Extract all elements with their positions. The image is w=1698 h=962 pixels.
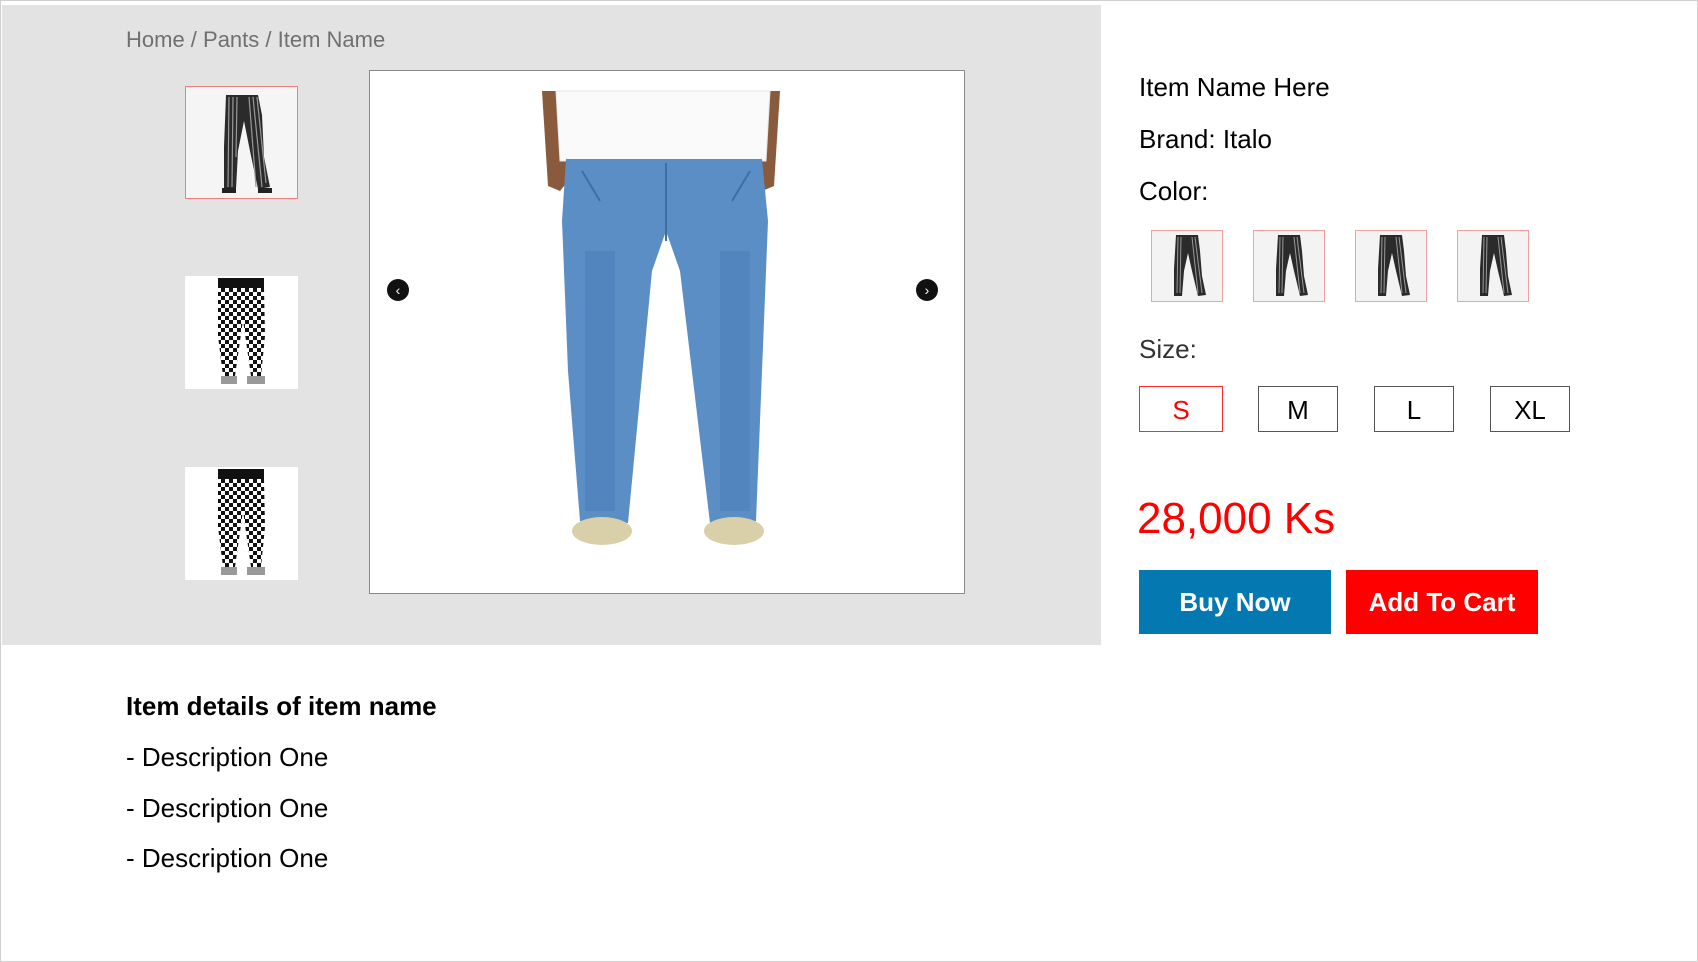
size-option-m[interactable]: M bbox=[1258, 386, 1338, 432]
next-image-button[interactable]: › bbox=[916, 279, 938, 301]
striped-pants-swatch-image bbox=[1276, 235, 1308, 296]
product-price: 28,000 Ks bbox=[1137, 494, 1336, 543]
striped-pants-swatch-image bbox=[1174, 235, 1206, 296]
size-option-xl[interactable]: XL bbox=[1490, 386, 1570, 432]
description-line: - Description One bbox=[126, 843, 329, 873]
size-option-s[interactable]: S bbox=[1139, 386, 1223, 432]
description-line: - Description One bbox=[126, 793, 329, 823]
buy-now-button[interactable]: Buy Now bbox=[1139, 570, 1331, 634]
checkered-pants-image bbox=[218, 278, 265, 384]
chevron-left-icon: ‹ bbox=[395, 282, 401, 298]
breadcrumb[interactable]: Home / Pants / Item Name bbox=[126, 27, 385, 53]
chevron-right-icon: › bbox=[924, 282, 930, 298]
color-swatch[interactable] bbox=[1253, 230, 1325, 302]
description-line: - Description One bbox=[126, 742, 329, 772]
striped-pants-image bbox=[186, 87, 297, 198]
product-brand: Brand: Italo bbox=[1139, 124, 1272, 154]
main-product-image: ‹ › bbox=[369, 70, 965, 594]
details-title: Item details of item name bbox=[126, 691, 437, 721]
color-swatch[interactable] bbox=[1355, 230, 1427, 302]
striped-pants-swatch-image bbox=[1378, 235, 1410, 296]
size-label: Size: bbox=[1139, 334, 1197, 364]
checkered-pants-image bbox=[218, 469, 265, 575]
product-name: Item Name Here bbox=[1139, 72, 1330, 102]
striped-pants-swatch-image bbox=[1480, 235, 1512, 296]
color-label: Color: bbox=[1139, 176, 1209, 206]
jeans-image bbox=[370, 71, 964, 593]
add-to-cart-button[interactable]: Add To Cart bbox=[1346, 570, 1538, 634]
thumbnail-1[interactable] bbox=[185, 86, 298, 199]
prev-image-button[interactable]: ‹ bbox=[387, 279, 409, 301]
thumbnail-3[interactable] bbox=[185, 467, 298, 580]
size-option-l[interactable]: L bbox=[1374, 386, 1454, 432]
color-swatch[interactable] bbox=[1151, 230, 1223, 302]
thumbnail-2[interactable] bbox=[185, 276, 298, 389]
color-swatch[interactable] bbox=[1457, 230, 1529, 302]
